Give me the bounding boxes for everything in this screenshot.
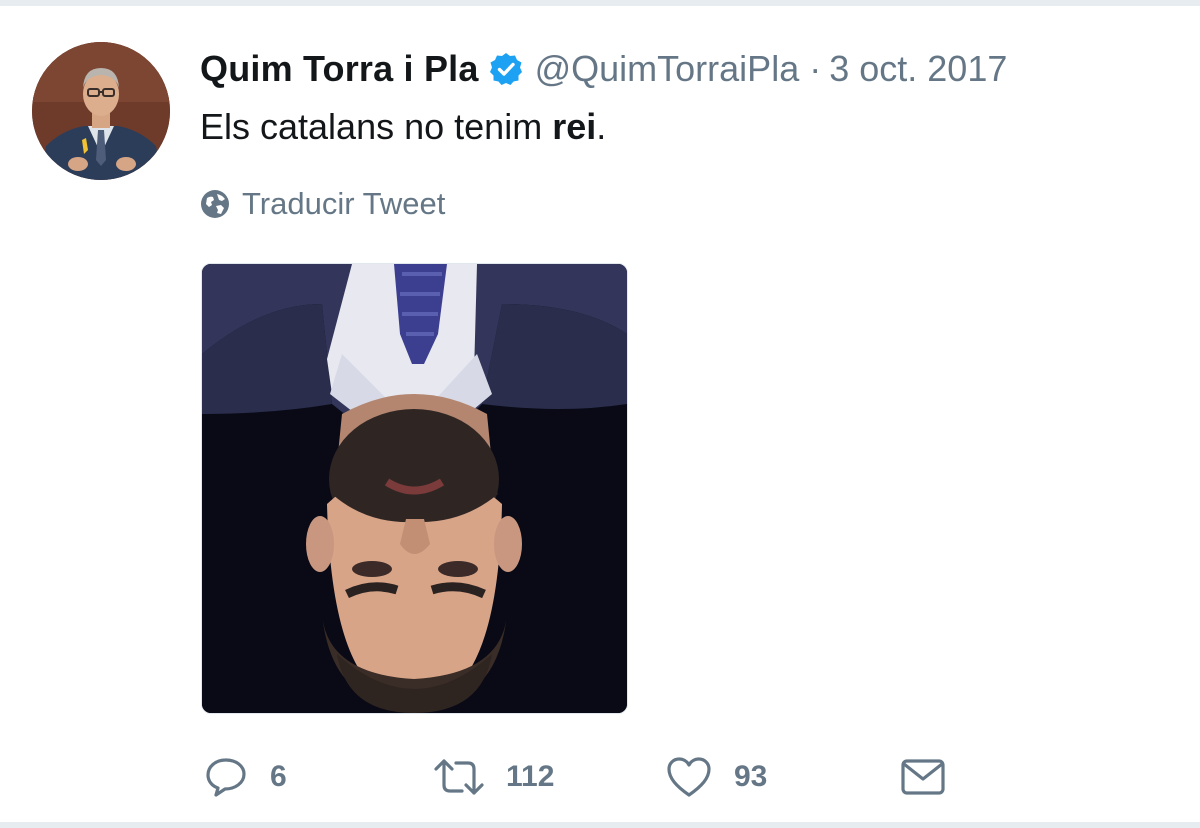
tweet-text-bold: rei [552, 106, 597, 147]
verified-badge-icon [489, 52, 523, 86]
tweet-card: Quim Torra i Pla @QuimTorraiPla · 3 oct.… [0, 0, 1200, 828]
separator-dot: · [809, 48, 822, 89]
tweet-text-suffix: . [596, 106, 607, 147]
tweet-image[interactable] [201, 263, 628, 714]
reply-count: 6 [270, 760, 287, 793]
avatar[interactable] [32, 42, 170, 180]
tweet-actions: 6 112 93 [204, 754, 964, 800]
reply-icon [206, 758, 246, 797]
display-name[interactable]: Quim Torra i Pla [200, 48, 479, 90]
retweet-icon [434, 759, 484, 795]
tweet-date[interactable]: 3 oct. 2017 [829, 48, 1007, 90]
direct-message-button[interactable] [900, 754, 946, 800]
tweet-header: Quim Torra i Pla @QuimTorraiPla · 3 oct.… [200, 46, 1007, 92]
globe-icon [201, 190, 229, 218]
tweet-text-prefix: Els catalans no tenim [200, 106, 553, 147]
translate-label: Traducir Tweet [242, 186, 446, 221]
retweet-count: 112 [506, 760, 555, 793]
like-count: 93 [734, 760, 768, 793]
envelope-icon [901, 759, 945, 795]
heart-icon [667, 757, 711, 797]
retweet-button[interactable]: 112 [434, 754, 554, 800]
user-handle[interactable]: @QuimTorraiPla [535, 48, 800, 90]
reply-button[interactable]: 6 [204, 754, 287, 800]
translate-tweet-link[interactable]: Traducir Tweet [200, 186, 445, 222]
tweet-text: Els catalans no tenim rei. [200, 106, 606, 148]
like-button[interactable]: 93 [666, 754, 767, 800]
